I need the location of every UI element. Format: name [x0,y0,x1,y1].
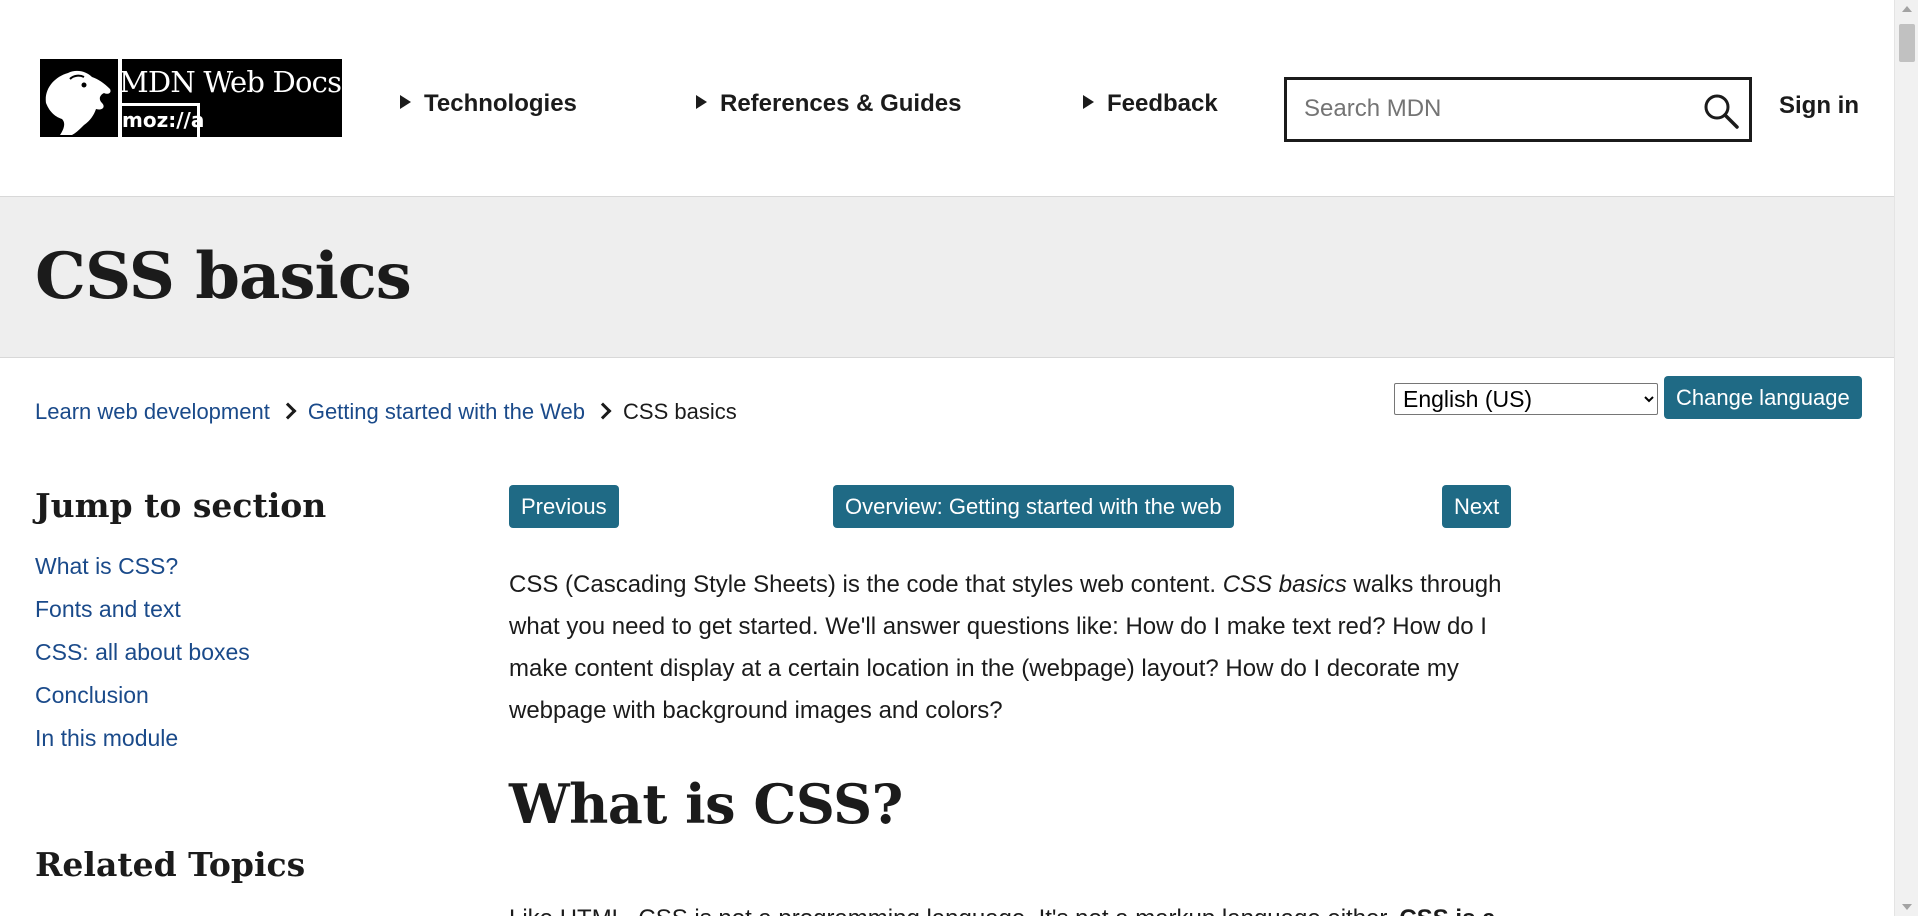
jump-link-fonts-and-text[interactable]: Fonts and text [35,596,181,622]
jump-link-conclusion[interactable]: Conclusion [35,682,149,708]
jump-to-section-list: What is CSS? Fonts and text CSS: all abo… [35,553,250,768]
body-text: Like HTML, CSS is not a programming lang… [509,905,1399,916]
triangle-right-icon [400,95,411,109]
breadcrumb-current: CSS basics [623,399,737,424]
list-item: Fonts and text [35,596,250,639]
triangle-right-icon [1083,95,1094,109]
title-band: CSS basics [0,197,1894,358]
nav-technologies[interactable]: Technologies [400,90,577,118]
mdn-logo[interactable]: MDN Web Docs moz://a [40,59,342,137]
breadcrumb: Learn web development Getting started wit… [35,399,737,425]
related-topics-heading: Related Topics [35,845,306,884]
sign-in-link[interactable]: Sign in [1779,92,1859,120]
search-input[interactable] [1304,92,1674,126]
logo-title: MDN Web Docs [119,65,342,99]
chevron-right-icon [279,402,297,420]
breadcrumb-learn-web-development[interactable]: Learn web development [35,399,270,424]
nav-references-guides-label: References & Guides [720,90,962,117]
nav-technologies-label: Technologies [424,90,577,117]
scroll-down-arrow-icon[interactable] [1902,904,1912,910]
jump-to-section-heading: Jump to section [35,486,327,525]
scrollbar-thumb[interactable] [1899,24,1915,62]
jump-link-what-is-css[interactable]: What is CSS? [35,553,178,579]
jump-link-in-this-module[interactable]: In this module [35,725,178,751]
nav-references-guides[interactable]: References & Guides [696,90,961,118]
intro-emphasis: CSS basics [1222,571,1347,598]
page-scrollbar[interactable] [1894,0,1918,916]
dinosaur-head-icon [40,59,118,137]
list-item: CSS: all about boxes [35,639,250,682]
jump-link-boxes[interactable]: CSS: all about boxes [35,639,250,665]
search-box [1284,77,1752,142]
language-select[interactable]: English (US) [1394,383,1658,415]
page-title: CSS basics [35,239,412,314]
overview-button[interactable]: Overview: Getting started with the web [833,485,1234,528]
intro-paragraph: CSS (Cascading Style Sheets) is the code… [509,564,1509,732]
list-item: What is CSS? [35,553,250,596]
change-language-button[interactable]: Change language [1664,376,1862,419]
nav-feedback[interactable]: Feedback [1083,90,1218,118]
next-button[interactable]: Next [1442,485,1512,528]
logo-subtitle: moz://a [118,103,204,137]
chevron-right-icon [594,402,612,420]
intro-text-1: CSS (Cascading Style Sheets) is the code… [509,571,1223,598]
site-header: MDN Web Docs moz://a Technologies Refere… [0,0,1894,197]
list-item: In this module [35,725,250,768]
section-heading-what-is-css: What is CSS? [509,772,903,836]
previous-button[interactable]: Previous [509,485,619,528]
search-icon[interactable] [1703,93,1739,129]
triangle-right-icon [696,95,707,109]
body-paragraph: Like HTML, CSS is not a programming lang… [509,898,1509,916]
list-item: Conclusion [35,682,250,725]
nav-feedback-label: Feedback [1107,90,1218,117]
scroll-up-arrow-icon[interactable] [1902,6,1912,12]
breadcrumb-getting-started[interactable]: Getting started with the Web [308,399,585,424]
body-bold-text: CSS is a [1399,905,1495,916]
